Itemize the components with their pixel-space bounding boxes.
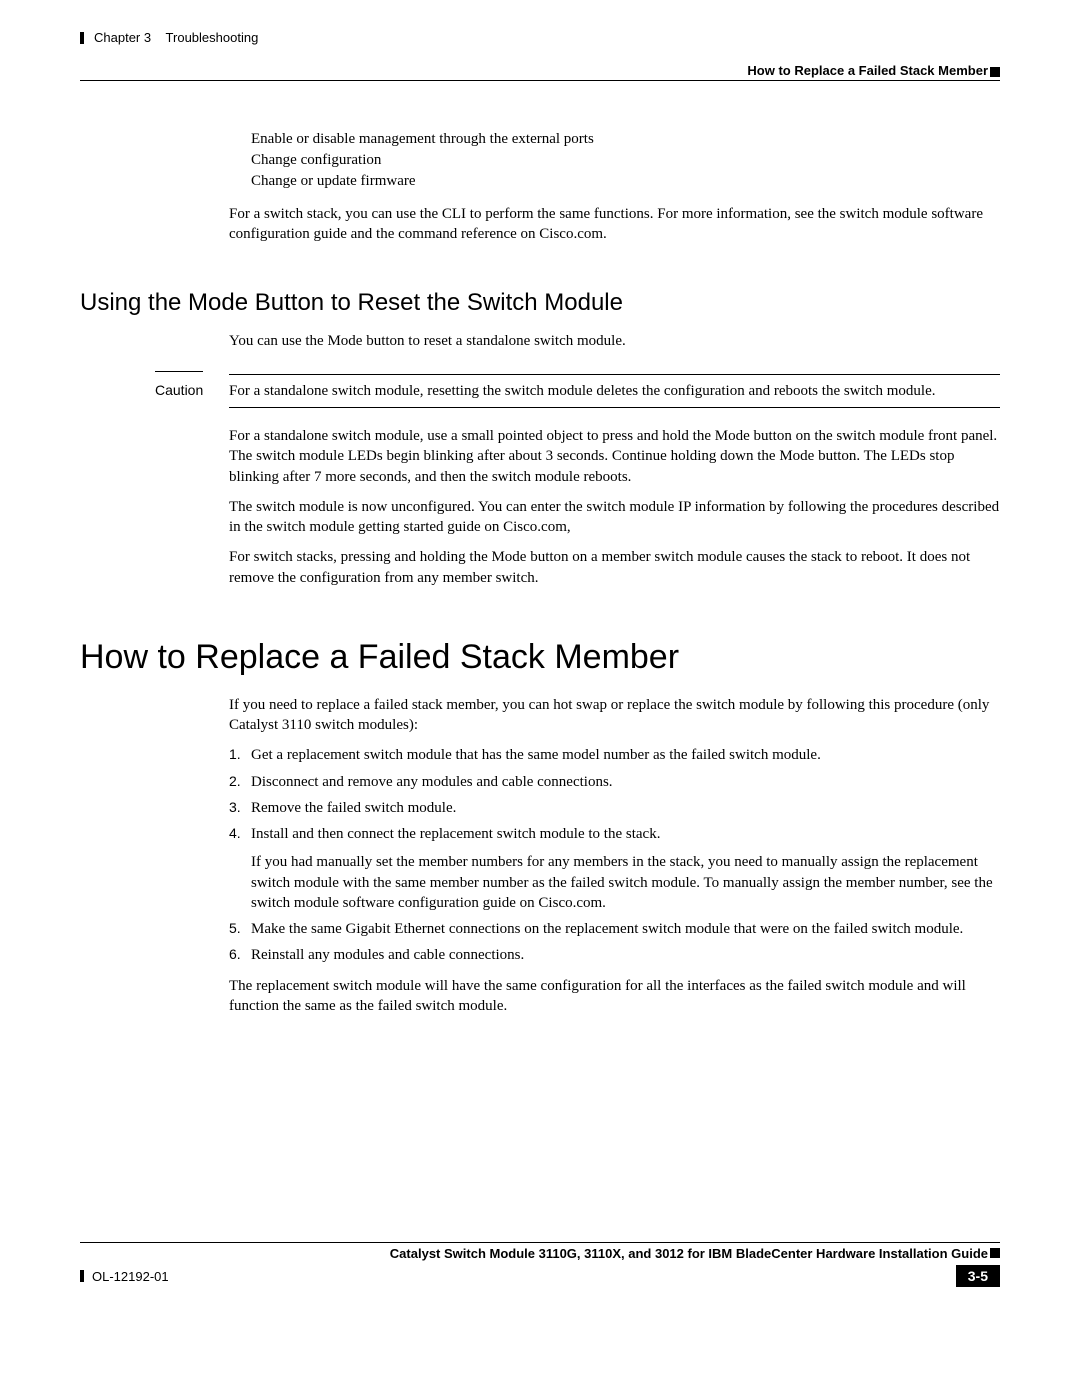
step-text: Make the same Gigabit Ethernet connectio… xyxy=(251,919,1000,939)
list-item: 2.Disconnect and remove any modules and … xyxy=(229,772,1000,792)
running-header-right: How to Replace a Failed Stack Member xyxy=(80,63,1000,78)
footer-guide-title: Catalyst Switch Module 3110G, 3110X, and… xyxy=(80,1246,1000,1261)
body-paragraph: The replacement switch module will have … xyxy=(229,976,1000,1017)
step-text: Reinstall any modules and cable connecti… xyxy=(251,945,1000,965)
body-paragraph: The switch module is now unconfigured. Y… xyxy=(229,497,1000,538)
caution-text: For a standalone switch module, resettin… xyxy=(229,381,936,401)
page-footer: Catalyst Switch Module 3110G, 3110X, and… xyxy=(80,1242,1000,1287)
chapter-number: Chapter 3 xyxy=(94,30,151,45)
list-item: 1.Get a replacement switch module that h… xyxy=(229,745,1000,765)
caution-rule xyxy=(229,407,1000,408)
step-text: Get a replacement switch module that has… xyxy=(251,745,1000,765)
step-number: 6. xyxy=(229,945,251,965)
footer-bar-icon xyxy=(80,1270,84,1282)
bullet-item: Change or update firmware xyxy=(229,173,1000,190)
list-item: 3.Remove the failed switch module. xyxy=(229,798,1000,818)
step-number: 4. xyxy=(229,824,251,913)
footer-rule xyxy=(80,1242,1000,1243)
body-paragraph: If you need to replace a failed stack me… xyxy=(229,695,1000,736)
step-number: 3. xyxy=(229,798,251,818)
content-column: Enable or disable management through the… xyxy=(229,131,1000,245)
section-heading-replace: How to Replace a Failed Stack Member xyxy=(80,638,1000,677)
running-header-left: Chapter 3 Troubleshooting xyxy=(80,30,1000,45)
body-paragraph: For a switch stack, you can use the CLI … xyxy=(229,204,1000,245)
bullet-item: Change configuration xyxy=(229,152,1000,169)
caution-label: Caution xyxy=(155,381,229,401)
list-item: 4. Install and then connect the replacem… xyxy=(229,824,1000,913)
chapter-title: Troubleshooting xyxy=(166,30,259,45)
body-paragraph: For switch stacks, pressing and holding … xyxy=(229,547,1000,588)
content-column: For a standalone switch module, use a sm… xyxy=(229,426,1000,588)
step-text: Install and then connect the replacement… xyxy=(251,824,1000,913)
body-paragraph: You can use the Mode button to reset a s… xyxy=(229,331,1000,351)
procedure-list: 1.Get a replacement switch module that h… xyxy=(229,745,1000,965)
caution-rule xyxy=(229,374,1000,375)
header-rule xyxy=(80,80,1000,81)
step-text: Remove the failed switch module. xyxy=(251,798,1000,818)
footer-doc-id: OL-12192-01 xyxy=(92,1269,169,1284)
caution-rule xyxy=(155,371,203,372)
page-number-badge: 3-5 xyxy=(956,1265,1000,1287)
step-text-main: Install and then connect the replacement… xyxy=(251,826,660,842)
caution-block: Caution For a standalone switch module, … xyxy=(155,371,1000,408)
step-number: 5. xyxy=(229,919,251,939)
list-item: 5.Make the same Gigabit Ethernet connect… xyxy=(229,919,1000,939)
section-heading-mode-button: Using the Mode Button to Reset the Switc… xyxy=(80,289,1000,317)
footer-left: OL-12192-01 xyxy=(80,1269,169,1284)
step-sub-paragraph: If you had manually set the member numbe… xyxy=(251,852,1000,913)
step-number: 1. xyxy=(229,745,251,765)
content-column: You can use the Mode button to reset a s… xyxy=(229,331,1000,351)
bullet-item: Enable or disable management through the… xyxy=(229,131,1000,148)
list-item: 6.Reinstall any modules and cable connec… xyxy=(229,945,1000,965)
body-paragraph: For a standalone switch module, use a sm… xyxy=(229,426,1000,487)
step-number: 2. xyxy=(229,772,251,792)
content-column: If you need to replace a failed stack me… xyxy=(229,695,1000,1016)
step-text: Disconnect and remove any modules and ca… xyxy=(251,772,1000,792)
document-page: Chapter 3 Troubleshooting How to Replace… xyxy=(0,0,1080,1317)
chapter-label: Chapter 3 Troubleshooting xyxy=(94,30,258,45)
header-bar-icon xyxy=(80,32,84,44)
